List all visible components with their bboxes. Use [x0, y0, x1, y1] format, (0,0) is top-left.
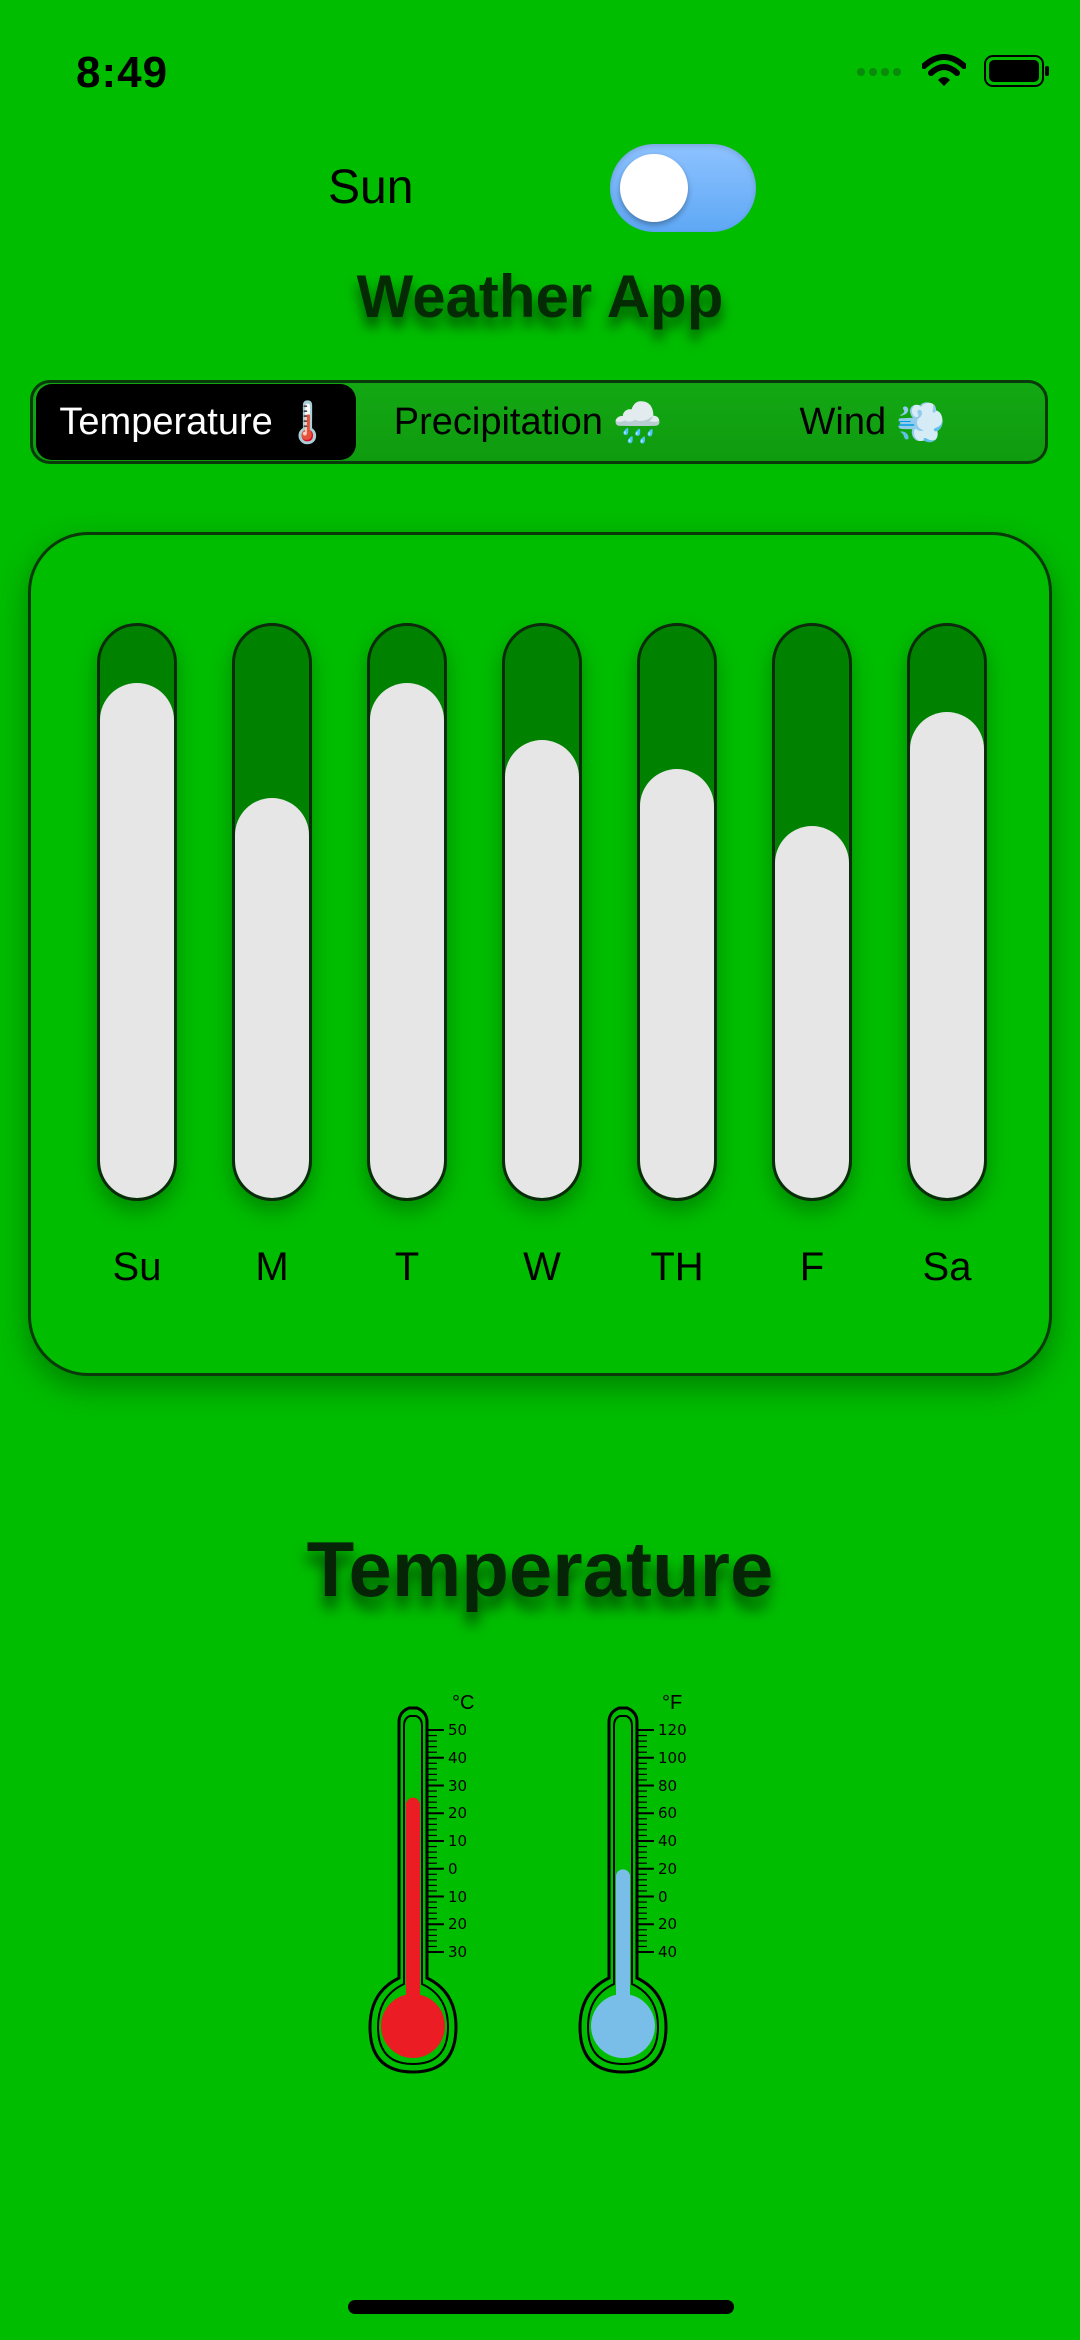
bar-track-m [232, 623, 312, 1201]
home-indicator[interactable] [348, 2300, 734, 2314]
fahrenheit-tick-label: 20 [658, 1915, 678, 1934]
weekly-chart-card: Su M T W TH F Sa [28, 532, 1052, 1376]
tab-temperature[interactable]: Temperature 🌡️ [36, 384, 356, 460]
bar-label-sa: Sa [922, 1245, 972, 1289]
bar-fill-t [370, 683, 444, 1198]
category-segmented-control: Temperature 🌡️ Precipitation 🌧️ Wind 💨 [30, 380, 1048, 464]
status-icons [856, 54, 1050, 93]
wind-icon: 💨 [896, 400, 946, 445]
sun-toggle[interactable] [610, 144, 756, 232]
weekly-bar-chart: Su M T W TH F Sa [31, 535, 1049, 1373]
bar-label-su: Su [112, 1245, 162, 1289]
rain-cloud-icon: 🌧️ [612, 400, 663, 445]
wifi-icon [921, 54, 967, 93]
fahrenheit-tick-label: 120 [658, 1721, 687, 1739]
bar-fill-su [100, 683, 174, 1198]
tab-temperature-label: Temperature [59, 400, 273, 443]
fahrenheit-thermometer: °F 120 100 80 60 40 20 0 20 40 [576, 1692, 706, 2082]
app-title: Weather App [356, 263, 724, 330]
bar-track-sa [907, 623, 987, 1201]
thermometer-icon: 🌡️ [282, 400, 333, 445]
bar-label-t: T [394, 1245, 420, 1289]
celsius-tick-label: 10 [448, 1887, 468, 1906]
celsius-tick-label: 20 [448, 1804, 468, 1823]
toggle-knob [620, 154, 688, 222]
celsius-tick-label: 20 [448, 1915, 468, 1934]
fahrenheit-tick-label: 80 [658, 1776, 678, 1795]
celsius-tick-label: 50 [448, 1721, 468, 1739]
celsius-unit: °C [452, 1692, 475, 1714]
bar-fill-f [775, 826, 849, 1198]
fahrenheit-bulb [591, 1994, 655, 2058]
fahrenheit-tick-label: 20 [658, 1859, 678, 1878]
status-time: 8:49 [76, 48, 169, 97]
bar-label-m: M [255, 1245, 289, 1289]
tab-precipitation[interactable]: Precipitation 🌧️ [356, 384, 701, 460]
celsius-tick-label: 10 [448, 1832, 468, 1850]
celsius-thermometer: °C 50 40 30 20 10 0 10 20 30 [366, 1692, 486, 2082]
tab-wind[interactable]: Wind 💨 [701, 384, 1046, 460]
fahrenheit-tick-label: 100 [658, 1748, 687, 1767]
bar-track-th [637, 623, 717, 1201]
celsius-ticks [427, 1729, 444, 1953]
bar-fill-w [505, 740, 579, 1198]
bar-track-t [367, 623, 447, 1201]
fahrenheit-tick-label: 60 [658, 1804, 678, 1823]
tab-precipitation-label: Precipitation [393, 400, 603, 443]
bar-fill-th [640, 769, 714, 1198]
bar-label-th: TH [650, 1245, 704, 1289]
weather-app-screen: 8:49 Sun Weather App Temperature 🌡️ Prec… [0, 0, 1080, 2340]
celsius-tick-label: 30 [448, 1943, 468, 1961]
sun-toggle-label: Sun [328, 161, 414, 214]
bar-label-f: F [799, 1245, 825, 1289]
bar-fill-sa [910, 712, 984, 1198]
celsius-tick-label: 30 [448, 1776, 468, 1795]
bar-fill-m [235, 798, 309, 1198]
fahrenheit-unit: °F [662, 1692, 683, 1714]
battery-icon [984, 55, 1050, 92]
tab-wind-label: Wind [799, 400, 887, 443]
bar-label-w: W [523, 1245, 561, 1289]
bar-track-su [97, 623, 177, 1201]
celsius-tick-label: 0 [448, 1859, 458, 1878]
bar-track-w [502, 623, 582, 1201]
section-title: Temperature [306, 1525, 774, 1613]
fahrenheit-tick-label: 40 [658, 1832, 678, 1850]
celsius-bulb [381, 1994, 445, 2058]
bar-track-f [772, 623, 852, 1201]
fahrenheit-tick-label: 0 [658, 1887, 668, 1906]
celsius-tick-label: 40 [448, 1748, 468, 1767]
signal-dots-icon [856, 65, 904, 83]
fahrenheit-ticks [637, 1729, 654, 1953]
fahrenheit-tick-label: 40 [658, 1943, 678, 1961]
